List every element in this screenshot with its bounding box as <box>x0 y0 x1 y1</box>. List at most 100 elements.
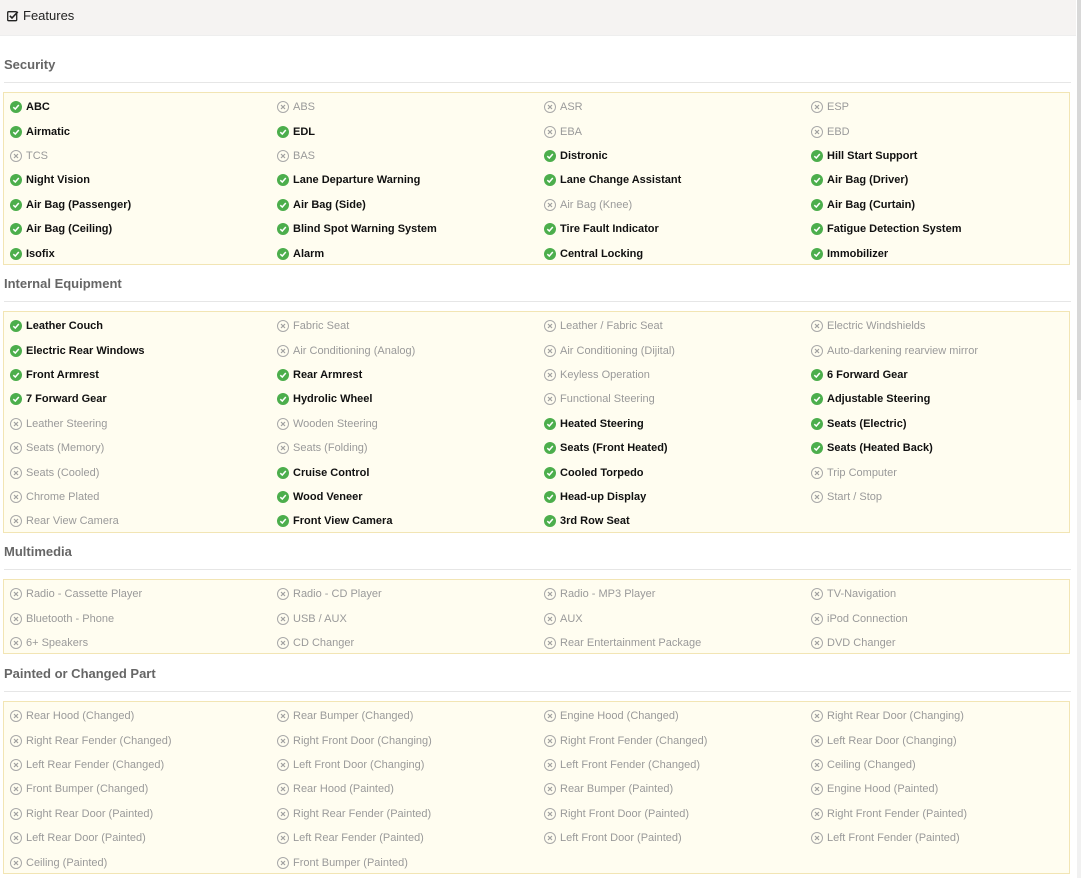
feature-label: Air Bag (Ceiling) <box>26 223 113 236</box>
check-circle-icon <box>544 223 556 236</box>
feature-item: Radio - MP3 Player <box>538 582 805 606</box>
feature-item: Rear Entertainment Package <box>538 631 805 655</box>
feature-item: Left Front Door (Painted) <box>538 826 805 850</box>
features-grid: Rear Hood (Changed) Rear Bumper (Changed)… <box>4 702 1069 875</box>
feature-item: Heated Steering <box>538 412 805 436</box>
feature-label: Left Front Door (Changing) <box>293 758 425 771</box>
x-circle-icon <box>277 710 289 723</box>
feature-item: Seats (Front Heated) <box>538 436 805 460</box>
scrollbar-thumb[interactable] <box>1077 0 1081 400</box>
feature-item: Right Rear Door (Changing) <box>805 704 1071 728</box>
feature-item: Air Bag (Knee) <box>538 193 805 217</box>
feature-item: EBD <box>805 119 1071 143</box>
x-circle-icon <box>811 710 823 723</box>
feature-item: Immobilizer <box>805 241 1071 265</box>
feature-label: 6+ Speakers <box>26 636 89 649</box>
feature-item: CD Changer <box>271 631 538 655</box>
feature-label: Air Bag (Curtain) <box>827 198 915 211</box>
check-circle-icon <box>10 125 22 138</box>
x-circle-icon <box>10 636 22 649</box>
feature-label: Isofix <box>26 247 55 260</box>
feature-label: Airmatic <box>26 125 71 138</box>
x-circle-icon <box>811 636 823 649</box>
feature-label: Radio - MP3 Player <box>560 588 656 601</box>
feature-item: Seats (Folding) <box>271 436 538 460</box>
x-circle-icon <box>277 783 289 796</box>
x-circle-icon <box>277 101 289 114</box>
feature-item: TCS <box>4 144 271 168</box>
feature-label: Head-up Display <box>560 490 647 503</box>
section-divider <box>4 301 1071 302</box>
feature-label: BAS <box>293 149 316 162</box>
x-circle-icon <box>10 856 22 869</box>
feature-label: Left Front Fender (Painted) <box>827 832 960 845</box>
feature-item: Engine Hood (Changed) <box>538 704 805 728</box>
x-circle-icon <box>277 832 289 845</box>
feature-label: Distronic <box>560 149 608 162</box>
feature-label: Leather Couch <box>26 320 104 333</box>
section-divider <box>4 569 1071 570</box>
feature-label: 6 Forward Gear <box>827 368 908 381</box>
features-panel-painted-or-changed-part: Rear Hood (Changed) Rear Bumper (Changed)… <box>3 701 1070 874</box>
feature-label: Seats (Heated Back) <box>827 442 933 455</box>
x-circle-icon <box>277 344 289 357</box>
x-circle-icon <box>277 320 289 333</box>
feature-label: Leather / Fabric Seat <box>560 320 663 333</box>
x-circle-icon <box>811 758 823 771</box>
feature-item: Left Rear Door (Changing) <box>805 728 1071 752</box>
x-circle-icon <box>811 344 823 357</box>
feature-item: Leather / Fabric Seat <box>538 314 805 338</box>
section-divider <box>4 82 1071 83</box>
feature-label: TCS <box>26 149 48 162</box>
x-circle-icon <box>544 832 556 845</box>
page-scrollbar[interactable] <box>1077 0 1081 878</box>
check-circle-icon <box>811 198 823 211</box>
feature-item: Trip Computer <box>805 460 1071 484</box>
check-circle-icon <box>277 393 289 406</box>
check-circle-icon <box>277 368 289 381</box>
feature-label: Electric Windshields <box>827 320 926 333</box>
x-circle-icon <box>544 710 556 723</box>
feature-label: Functional Steering <box>560 393 655 406</box>
x-circle-icon <box>811 125 823 138</box>
feature-item: ASR <box>538 95 805 119</box>
feature-label: Heated Steering <box>560 417 644 430</box>
x-circle-icon <box>544 783 556 796</box>
x-circle-icon <box>10 612 22 625</box>
feature-item: Head-up Display <box>538 485 805 509</box>
feature-label: Right Rear Door (Changing) <box>827 710 964 723</box>
check-circle-icon <box>277 466 289 479</box>
check-circle-icon <box>544 247 556 260</box>
feature-label: Seats (Front Heated) <box>560 442 668 455</box>
feature-item: Air Bag (Curtain) <box>805 193 1071 217</box>
check-circle-icon <box>277 223 289 236</box>
check-circle-icon <box>10 247 22 260</box>
feature-label: Immobilizer <box>827 247 889 260</box>
feature-item: Seats (Electric) <box>805 412 1071 436</box>
feature-label: CD Changer <box>293 636 355 649</box>
feature-item: USB / AUX <box>271 606 538 630</box>
x-circle-icon <box>811 832 823 845</box>
feature-item: Air Conditioning (Analog) <box>271 338 538 362</box>
features-header: Features <box>0 0 1076 36</box>
check-circle-icon <box>277 515 289 528</box>
feature-label: Engine Hood (Changed) <box>560 710 679 723</box>
check-circle-icon <box>544 490 556 503</box>
feature-item: BAS <box>271 144 538 168</box>
x-circle-icon <box>544 368 556 381</box>
feature-label: AUX <box>560 612 583 625</box>
feature-label: Rear Armrest <box>293 368 363 381</box>
feature-label: Electric Rear Windows <box>26 344 145 357</box>
feature-item: Fatigue Detection System <box>805 217 1071 241</box>
feature-label: Air Bag (Passenger) <box>26 198 132 211</box>
check-circle-icon <box>811 393 823 406</box>
feature-label: Night Vision <box>26 174 90 187</box>
feature-label: Front View Camera <box>293 515 393 528</box>
feature-label: Hill Start Support <box>827 149 918 162</box>
feature-label: Right Front Door (Changing) <box>293 734 432 747</box>
feature-item: DVD Changer <box>805 631 1071 655</box>
feature-item: Leather Steering <box>4 412 271 436</box>
feature-item: Electric Rear Windows <box>4 338 271 362</box>
check-circle-icon <box>811 368 823 381</box>
check-circle-icon <box>10 101 22 114</box>
